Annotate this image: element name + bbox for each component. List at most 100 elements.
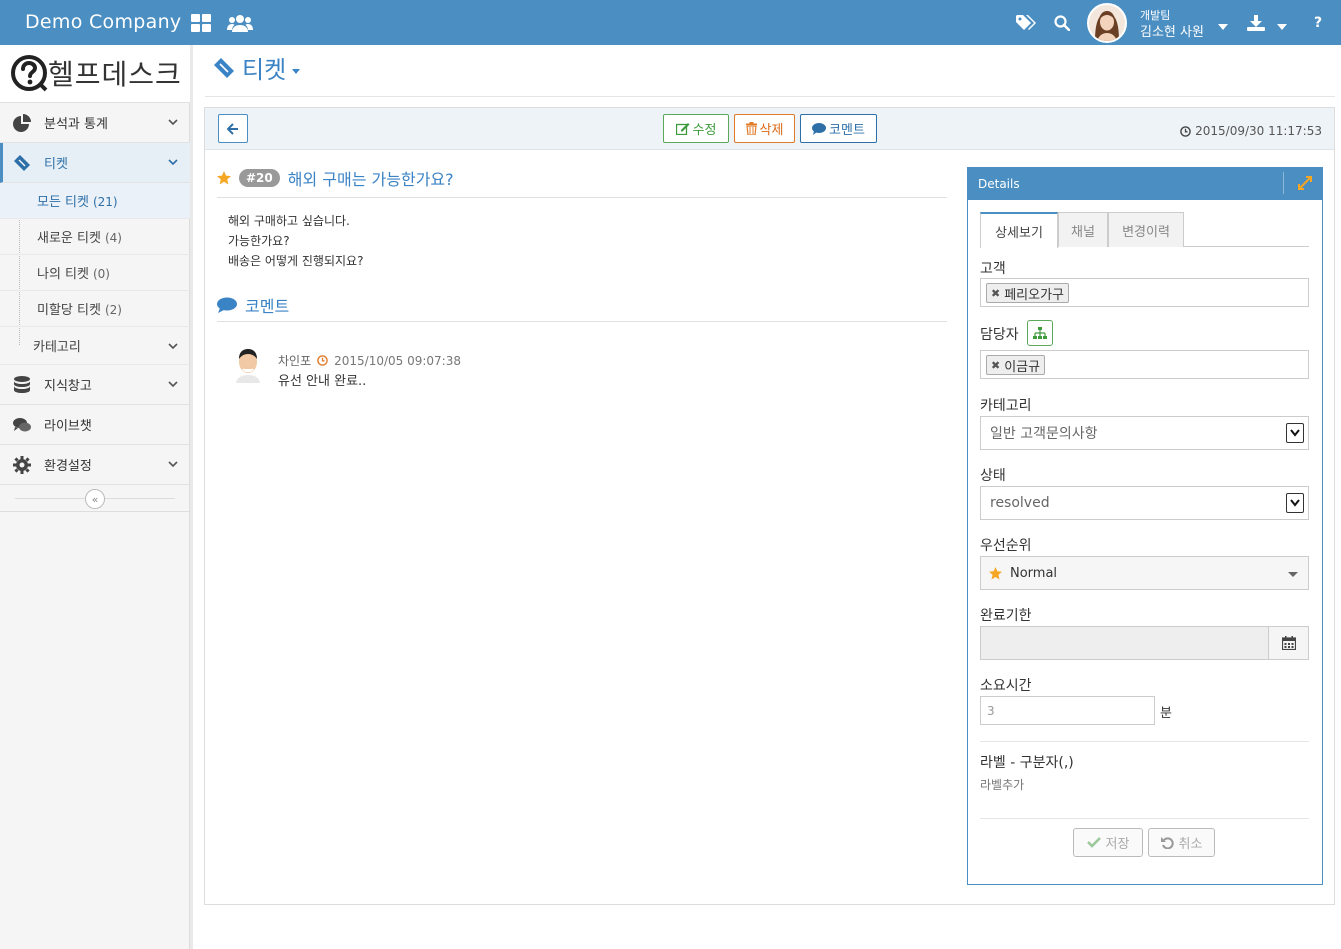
time-unit: 분 bbox=[1160, 706, 1172, 721]
header-rule bbox=[205, 96, 1335, 97]
download-icon[interactable] bbox=[1245, 12, 1267, 34]
details-divider bbox=[980, 818, 1309, 819]
subitem-label: 미할당 티켓 bbox=[37, 303, 101, 318]
ticket-body-line: 배송은 어떻게 진행되지요? bbox=[228, 254, 364, 268]
sidebar-subitem-unassigned-tickets[interactable]: 미할당 티켓 (2) bbox=[0, 291, 190, 327]
ticket-body: 해외 구매하고 싶습니다. 가능한가요? 배송은 어떻게 진행되지요? bbox=[228, 211, 363, 271]
sidebar-divider bbox=[0, 511, 190, 512]
status-label: 상태 bbox=[980, 468, 1006, 484]
sidebar-item-settings[interactable]: 환경설정 bbox=[0, 445, 190, 485]
details-divider bbox=[980, 741, 1309, 742]
page-title[interactable]: 티켓 bbox=[212, 50, 301, 85]
question-circle-icon bbox=[11, 55, 48, 92]
sidebar-item-livechat[interactable]: 라이브챗 bbox=[0, 405, 190, 445]
sidebar-item-label: 환경설정 bbox=[44, 459, 92, 474]
delete-button[interactable]: 삭제 bbox=[734, 114, 795, 143]
comment-button-label: 코멘트 bbox=[829, 123, 865, 138]
clock-icon bbox=[1180, 125, 1191, 137]
delete-button-label: 삭제 bbox=[759, 123, 784, 138]
sidebar-subitem-my-tickets[interactable]: 나의 티켓 (0) bbox=[0, 255, 190, 291]
sidebar-subitem-all-tickets[interactable]: 모든 티켓 (21) bbox=[0, 183, 190, 219]
comment-icon bbox=[812, 122, 827, 135]
search-icon[interactable] bbox=[1051, 12, 1073, 34]
status-select[interactable]: resolved bbox=[980, 486, 1309, 520]
details-heading: Details bbox=[978, 177, 1020, 191]
remove-tag-icon[interactable]: ✖ bbox=[991, 359, 1000, 372]
save-button[interactable]: 저장 bbox=[1073, 828, 1143, 857]
time-spent-input[interactable]: 3 bbox=[980, 696, 1155, 725]
sidebar-item-tickets[interactable]: 티켓 bbox=[0, 143, 190, 183]
chevron-down-icon bbox=[168, 343, 178, 350]
org-chart-icon bbox=[1033, 326, 1047, 339]
trash-icon bbox=[745, 122, 757, 135]
back-button[interactable] bbox=[218, 114, 248, 143]
user-menu-caret-icon[interactable] bbox=[1218, 19, 1228, 34]
category-select[interactable]: 일반 고객문의사항 bbox=[980, 416, 1309, 450]
user-avatar[interactable] bbox=[1087, 3, 1127, 43]
edit-icon bbox=[675, 123, 690, 135]
calendar-button[interactable] bbox=[1268, 627, 1308, 659]
help-icon[interactable]: ? bbox=[1307, 12, 1329, 34]
pie-chart-icon bbox=[13, 114, 31, 132]
comment-date: 2015/10/05 09:07:38 bbox=[334, 353, 461, 368]
top-navbar: Demo Company 개발팀 김소현 사원 ? bbox=[0, 0, 1341, 45]
dashboard-grid-icon[interactable] bbox=[190, 12, 212, 34]
priority-select[interactable]: Normal bbox=[980, 556, 1309, 590]
customer-tag[interactable]: ✖ 페리오가구 bbox=[986, 283, 1070, 303]
sidebar-edge bbox=[190, 45, 193, 949]
subitem-count: (21) bbox=[92, 195, 118, 209]
ticket-body-line: 해외 구매하고 싶습니다. bbox=[228, 214, 350, 228]
commenter-avatar[interactable] bbox=[231, 347, 265, 383]
ticket-panel: 수정 삭제 코멘트 2015/09/30 11:17:53 #20 해외 구매는… bbox=[204, 107, 1335, 905]
tab-channel[interactable]: 채널 bbox=[1058, 212, 1108, 247]
sidebar-subitem-new-tickets[interactable]: 새로운 티켓 (4) bbox=[0, 219, 190, 255]
ticket-timestamp: 2015/09/30 11:17:53 bbox=[1180, 124, 1322, 138]
sidebar-item-knowledge[interactable]: 지식창고 bbox=[0, 365, 190, 405]
header-separator bbox=[1283, 172, 1284, 194]
comments-divider bbox=[217, 321, 947, 322]
labels-label: 라벨 - 구분자(,) bbox=[980, 755, 1074, 771]
customer-label: 고객 bbox=[980, 261, 1006, 277]
title-caret-icon[interactable] bbox=[292, 69, 301, 74]
sidebar-collapse-icon[interactable]: « bbox=[85, 489, 105, 509]
star-icon[interactable] bbox=[217, 171, 231, 185]
cancel-button[interactable]: 취소 bbox=[1148, 828, 1215, 857]
expand-icon[interactable] bbox=[1298, 176, 1312, 190]
download-menu-caret-icon[interactable] bbox=[1277, 19, 1287, 34]
tab-history[interactable]: 변경이력 bbox=[1108, 212, 1184, 247]
subject-divider bbox=[217, 197, 947, 198]
sidebar-item-label: 지식창고 bbox=[44, 379, 92, 394]
assignee-tag[interactable]: ✖ 이금규 bbox=[986, 355, 1046, 375]
details-header: Details bbox=[968, 168, 1322, 200]
details-tabs: 상세보기 채널 변경이력 bbox=[980, 212, 1309, 248]
tags-icon[interactable] bbox=[1015, 12, 1037, 34]
check-icon bbox=[1086, 837, 1101, 848]
edit-button[interactable]: 수정 bbox=[663, 114, 729, 143]
subitem-label: 새로운 티켓 bbox=[37, 231, 101, 246]
users-icon[interactable] bbox=[227, 12, 253, 34]
comment-meta: 차인포 2015/10/05 09:07:38 bbox=[278, 352, 461, 369]
add-label-link[interactable]: 라벨추가 bbox=[980, 776, 1024, 793]
helpdesk-logo[interactable]: 헬프데스크 bbox=[0, 45, 190, 103]
due-date-input[interactable] bbox=[980, 626, 1309, 660]
assignee-field[interactable]: ✖ 이금규 bbox=[980, 350, 1309, 379]
subitem-count: (2) bbox=[104, 303, 122, 317]
chevron-down-icon bbox=[1286, 493, 1304, 513]
brand-name[interactable]: Demo Company bbox=[25, 11, 181, 33]
sidebar-item-label: 라이브챗 bbox=[44, 419, 92, 434]
user-name[interactable]: 김소현 사원 bbox=[1140, 21, 1204, 40]
ticket-body-line: 가능한가요? bbox=[228, 234, 290, 248]
sidebar-item-analytics[interactable]: 분석과 통계 bbox=[0, 103, 190, 143]
sidebar-subitem-category[interactable]: 카테고리 bbox=[0, 327, 190, 365]
customer-field[interactable]: ✖ 페리오가구 bbox=[980, 278, 1309, 307]
org-chart-button[interactable] bbox=[1027, 320, 1053, 346]
category-label: 카테고리 bbox=[980, 398, 1032, 414]
tab-details[interactable]: 상세보기 bbox=[980, 212, 1058, 248]
customer-tag-text: 페리오가구 bbox=[1004, 287, 1065, 303]
undo-icon bbox=[1160, 837, 1174, 849]
comments-heading-text: 코멘트 bbox=[245, 297, 290, 316]
arrow-left-icon bbox=[227, 122, 238, 135]
comment-button[interactable]: 코멘트 bbox=[800, 114, 877, 143]
remove-tag-icon[interactable]: ✖ bbox=[991, 287, 1000, 300]
timestamp-text: 2015/09/30 11:17:53 bbox=[1195, 124, 1322, 138]
